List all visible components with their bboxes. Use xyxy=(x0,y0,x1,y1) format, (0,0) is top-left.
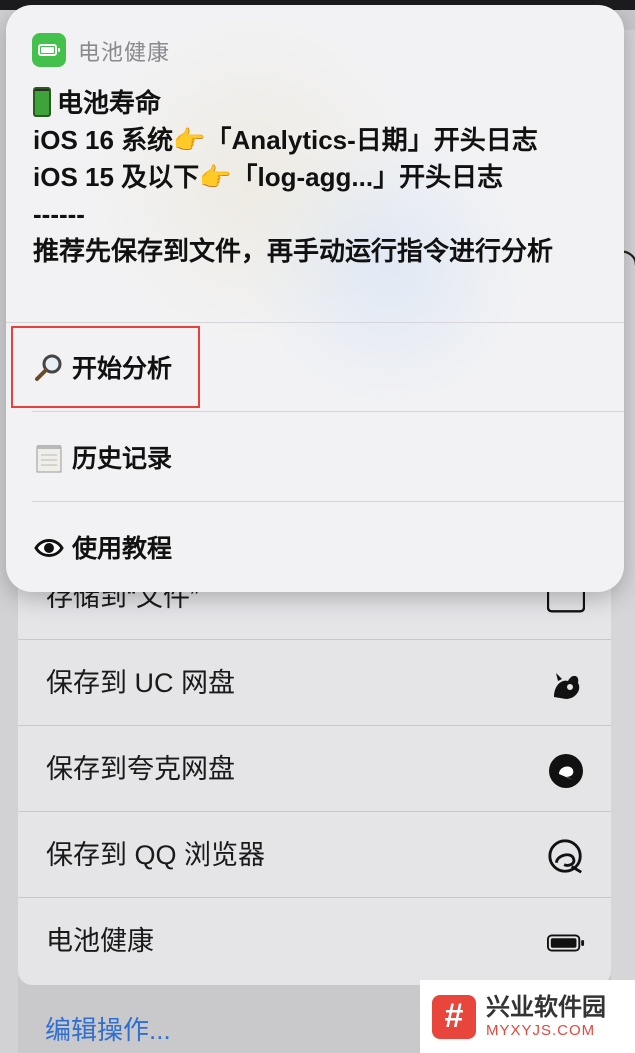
watermark-subtitle: MYXYJS.COM xyxy=(486,1021,596,1039)
menu-label: 使用教程 xyxy=(72,535,173,563)
uc-squirrel-icon xyxy=(547,666,585,704)
menu-history[interactable]: 历史记录 xyxy=(6,415,624,503)
body-line-ios16: iOS 16 系统👉「Analytics-日期」开头日志 xyxy=(33,125,538,155)
battery-emoji-icon xyxy=(33,87,51,117)
shortcut-notification-panel: 电池健康 电池寿命 iOS 16 系统👉「Analytics-日期」开头日志 i… xyxy=(6,5,624,592)
menu-tutorial[interactable]: 使用教程 xyxy=(6,505,624,592)
action-save-quark-drive[interactable]: 保存到夸克网盘 xyxy=(18,726,611,812)
action-save-uc-drive[interactable]: 保存到 UC 网盘 xyxy=(18,640,611,726)
watermark-logo: # xyxy=(432,994,476,1039)
body-line-recommend: 推荐先保存到文件，再手动运行指令进行分析 xyxy=(33,236,554,266)
divider xyxy=(32,411,624,412)
menu-label: 历史记录 xyxy=(72,445,173,473)
action-label: 保存到夸克网盘 xyxy=(46,754,235,784)
battery-icon xyxy=(547,924,585,962)
app-name: 电池健康 xyxy=(78,40,171,65)
body-line-ios15: iOS 15 及以下👉「log-agg...」开头日志 xyxy=(33,162,504,192)
action-label: 保存到 UC 网盘 xyxy=(46,668,235,698)
notification-body: 电池寿命 iOS 16 系统👉「Analytics-日期」开头日志 iOS 15… xyxy=(33,85,603,270)
watermark-title: 兴业软件园 xyxy=(486,993,606,1021)
highlight-box xyxy=(11,326,200,408)
action-save-qq-browser[interactable]: 保存到 QQ 浏览器 xyxy=(18,812,611,898)
eye-icon xyxy=(34,533,64,563)
divider xyxy=(6,322,624,323)
edit-actions-link[interactable]: 编辑操作... xyxy=(45,1010,171,1047)
battery-icon xyxy=(32,33,66,67)
notepad-icon xyxy=(34,443,64,473)
divider xyxy=(32,501,624,502)
quark-icon xyxy=(547,752,585,790)
action-label: 保存到 QQ 浏览器 xyxy=(46,840,266,870)
action-label: 电池健康 xyxy=(46,926,154,956)
watermark: # 兴业软件园 MYXYJS.COM xyxy=(420,980,635,1053)
body-title-line: 电池寿命 xyxy=(33,85,603,122)
qq-browser-icon xyxy=(547,838,585,876)
action-battery-health[interactable]: 电池健康 xyxy=(18,898,611,984)
body-separator: ------ xyxy=(33,199,85,229)
share-actions-list: 存储到“文件” 保存到 UC 网盘 保存到夸克网盘 保存到 QQ 浏览器 电池健… xyxy=(18,540,611,985)
